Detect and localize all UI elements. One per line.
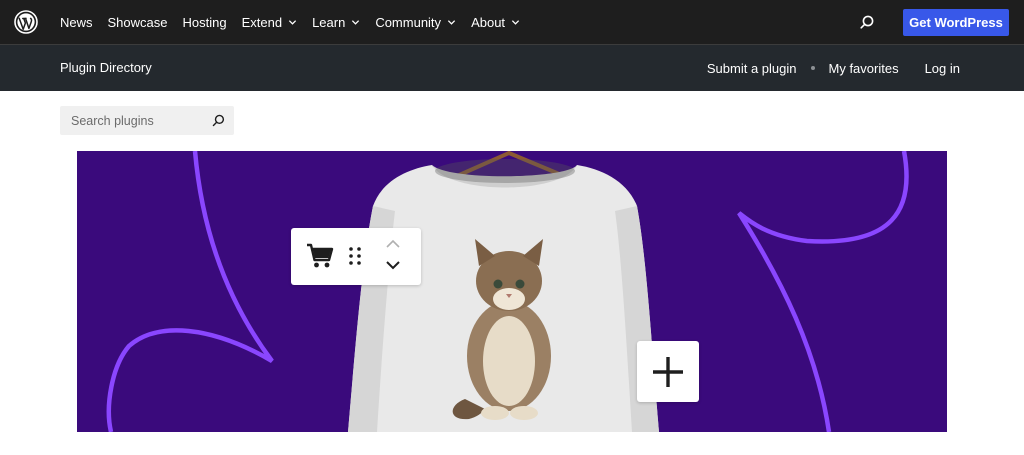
drag-handle-icon[interactable] [348, 246, 362, 266]
separator-dot [810, 66, 815, 70]
nav-item-label: Showcase [107, 15, 168, 30]
plugin-directory-nav: Plugin Directory Submit a plugin My favo… [0, 45, 1024, 91]
search-icon[interactable] [858, 13, 876, 31]
plugin-banner [77, 151, 947, 432]
chevron-down-icon[interactable] [385, 260, 401, 270]
nav-item-label: Learn [312, 15, 346, 30]
get-wordpress-button[interactable]: Get WordPress [903, 9, 1009, 36]
search-input[interactable] [60, 106, 210, 135]
chevron-down-icon [447, 20, 456, 25]
wordpress-logo-icon[interactable] [14, 10, 38, 34]
chevron-down-icon [288, 20, 297, 25]
nav-item-showcase[interactable]: Showcase [108, 15, 168, 30]
nav-item-label: About [471, 15, 506, 30]
nav-item-label: Community [375, 15, 442, 30]
global-header: News Showcase Hosting Extend Learn Commu… [0, 0, 1024, 45]
nav-item-community[interactable]: Community [375, 15, 456, 30]
local-nav-links: Submit a plugin My favorites Log in [707, 45, 960, 91]
chevron-down-icon [511, 20, 520, 25]
global-nav-menu: News Showcase Hosting Extend Learn Commu… [60, 0, 535, 45]
submit-plugin-link[interactable]: Submit a plugin [707, 61, 797, 76]
plus-icon [653, 357, 683, 387]
nav-item-hosting[interactable]: Hosting [183, 15, 227, 30]
nav-item-news[interactable]: News [60, 15, 93, 30]
plugin-search [60, 106, 234, 135]
nav-item-label: Hosting [182, 15, 227, 30]
cart-icon[interactable] [306, 243, 334, 269]
plugin-directory-link[interactable]: Plugin Directory [60, 45, 152, 91]
my-favorites-link[interactable]: My favorites [829, 61, 899, 76]
nav-item-label: News [60, 15, 93, 30]
add-block-button[interactable] [637, 341, 699, 402]
log-in-link[interactable]: Log in [925, 61, 960, 76]
nav-item-about[interactable]: About [471, 15, 520, 30]
chevron-up-icon[interactable] [385, 239, 401, 249]
block-toolbar [291, 228, 421, 285]
nav-item-learn[interactable]: Learn [312, 15, 360, 30]
banner-illustration [106, 151, 909, 432]
search-icon[interactable] [211, 113, 226, 128]
nav-item-extend[interactable]: Extend [242, 15, 297, 30]
chevron-down-icon [352, 20, 360, 25]
nav-item-label: Extend [241, 15, 283, 30]
